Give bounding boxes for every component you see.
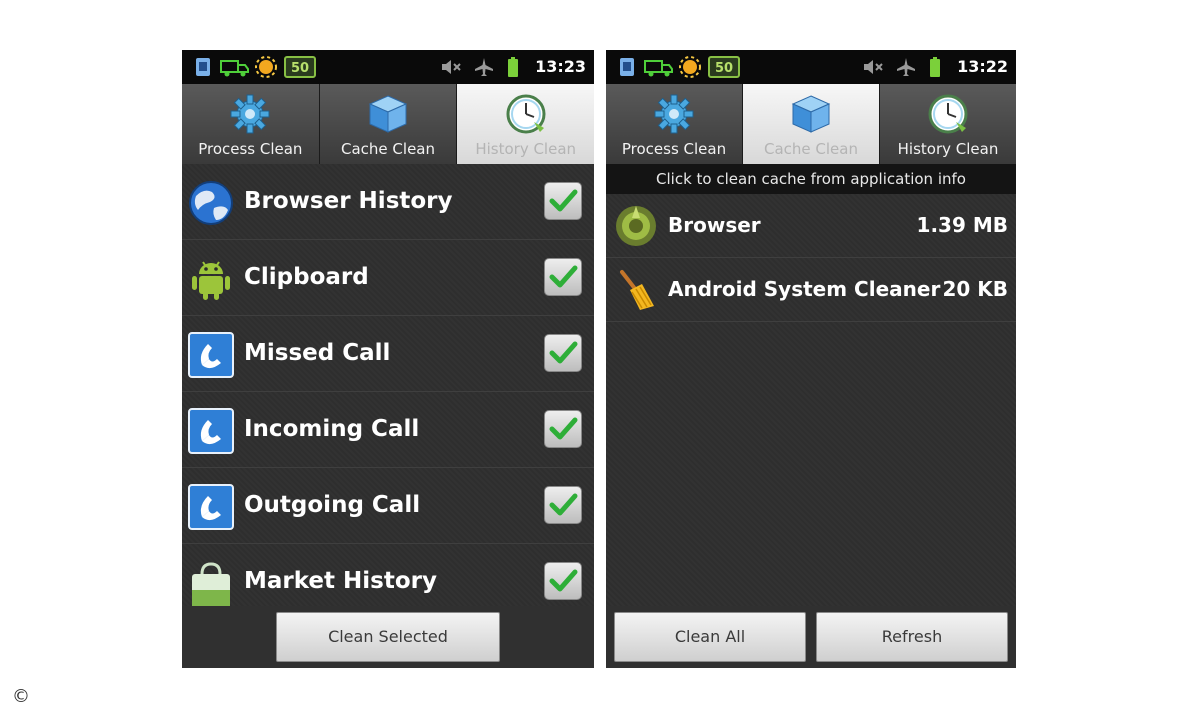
airplane-mode-icon [896, 57, 916, 77]
tab-label: History Clean [475, 140, 577, 158]
status-clock: 13:23 [535, 57, 586, 76]
tab-process-clean[interactable]: Process Clean [182, 84, 320, 164]
gear-icon [652, 92, 696, 136]
list-item[interactable]: Outgoing Call [182, 468, 594, 544]
item-label: Browser [668, 213, 761, 237]
cube-icon [789, 92, 833, 136]
list-item[interactable]: Clipboard [182, 240, 594, 316]
item-size: 1.39 MB [916, 213, 1008, 237]
clock-icon [926, 92, 970, 136]
status-bar: 50 13:23 [182, 50, 594, 84]
item-checkbox[interactable] [544, 334, 582, 372]
globe-icon [188, 180, 234, 226]
cube-icon [366, 92, 410, 136]
tab-label: Cache Clean [764, 140, 858, 158]
status-clock: 13:22 [957, 57, 1008, 76]
tab-history-clean[interactable]: History Clean [880, 84, 1016, 164]
tab-process-clean[interactable]: Process Clean [606, 84, 743, 164]
refresh-button[interactable]: Refresh [816, 612, 1008, 662]
history-list: Browser History Clipboard Missed Call In… [182, 164, 594, 606]
battery-icon [928, 57, 942, 77]
sun-gear-icon [678, 56, 702, 78]
mute-icon [862, 57, 884, 77]
item-label: Incoming Call [244, 416, 420, 442]
truck-icon [644, 57, 674, 77]
list-item[interactable]: Browser 1.39 MB [606, 194, 1016, 258]
tab-label: Process Clean [621, 140, 727, 158]
android-icon [188, 256, 234, 302]
tab-history-clean[interactable]: History Clean [457, 84, 594, 164]
status-bar: 50 13:22 [606, 50, 1016, 84]
battery-icon [506, 57, 520, 77]
clock-icon [504, 92, 548, 136]
phone-history-clean: 50 13:23 Process Clean Cache Clean Histo… [182, 50, 594, 668]
tab-label: History Clean [897, 140, 999, 158]
check-icon [548, 262, 578, 292]
check-icon [548, 338, 578, 368]
battery-percent-badge: 50 [284, 56, 316, 78]
item-label: Outgoing Call [244, 492, 421, 518]
broom-icon [614, 268, 658, 312]
list-item[interactable]: Android System Cleaner 20 KB [606, 258, 1016, 322]
check-icon [548, 566, 578, 596]
market-bag-icon [188, 560, 234, 606]
tab-cache-clean[interactable]: Cache Clean [743, 84, 880, 164]
sim-card-icon [618, 57, 636, 77]
clean-all-button[interactable]: Clean All [614, 612, 806, 662]
list-item[interactable]: Missed Call [182, 316, 594, 392]
tab-bar: Process Clean Cache Clean History Clean [606, 84, 1016, 164]
check-icon [548, 490, 578, 520]
item-label: Clipboard [244, 264, 369, 290]
item-label: Missed Call [244, 340, 391, 366]
tab-label: Process Clean [198, 140, 303, 158]
bottom-bar: Clean All Refresh [606, 606, 1016, 668]
tab-cache-clean[interactable]: Cache Clean [319, 84, 458, 164]
cache-list: Click to clean cache from application in… [606, 164, 1016, 606]
badge-text: 50 [715, 61, 733, 76]
sim-card-icon [194, 57, 212, 77]
badge-text: 50 [291, 61, 309, 76]
mute-icon [440, 57, 462, 77]
sun-gear-icon [254, 56, 278, 78]
check-icon [548, 414, 578, 444]
item-label: Android System Cleaner [668, 277, 941, 301]
phone-icon [188, 332, 234, 378]
tab-bar: Process Clean Cache Clean History Clean [182, 84, 594, 164]
phone-icon [188, 408, 234, 454]
item-checkbox[interactable] [544, 258, 582, 296]
list-item[interactable]: Incoming Call [182, 392, 594, 468]
item-checkbox[interactable] [544, 486, 582, 524]
browser-globe-icon [614, 204, 658, 248]
battery-percent-badge: 50 [708, 56, 740, 78]
gear-icon [228, 92, 272, 136]
clean-selected-button[interactable]: Clean Selected [276, 612, 500, 662]
phone-icon [188, 484, 234, 530]
copyright-symbol: © [12, 686, 30, 707]
item-checkbox[interactable] [544, 410, 582, 448]
airplane-mode-icon [474, 57, 494, 77]
item-size: 20 KB [942, 277, 1008, 301]
tab-label: Cache Clean [341, 140, 435, 158]
truck-icon [220, 57, 250, 77]
item-label: Market History [244, 568, 437, 594]
list-item[interactable]: Browser History [182, 164, 594, 240]
list-item[interactable]: Market History [182, 544, 594, 606]
item-checkbox[interactable] [544, 562, 582, 600]
check-icon [548, 186, 578, 216]
phone-cache-clean: 50 13:22 Process Clean Cache Clean Histo… [606, 50, 1016, 668]
item-label: Browser History [244, 188, 453, 214]
bottom-bar: Clean Selected [182, 606, 594, 668]
cache-hint-text: Click to clean cache from application in… [606, 164, 1016, 194]
item-checkbox[interactable] [544, 182, 582, 220]
